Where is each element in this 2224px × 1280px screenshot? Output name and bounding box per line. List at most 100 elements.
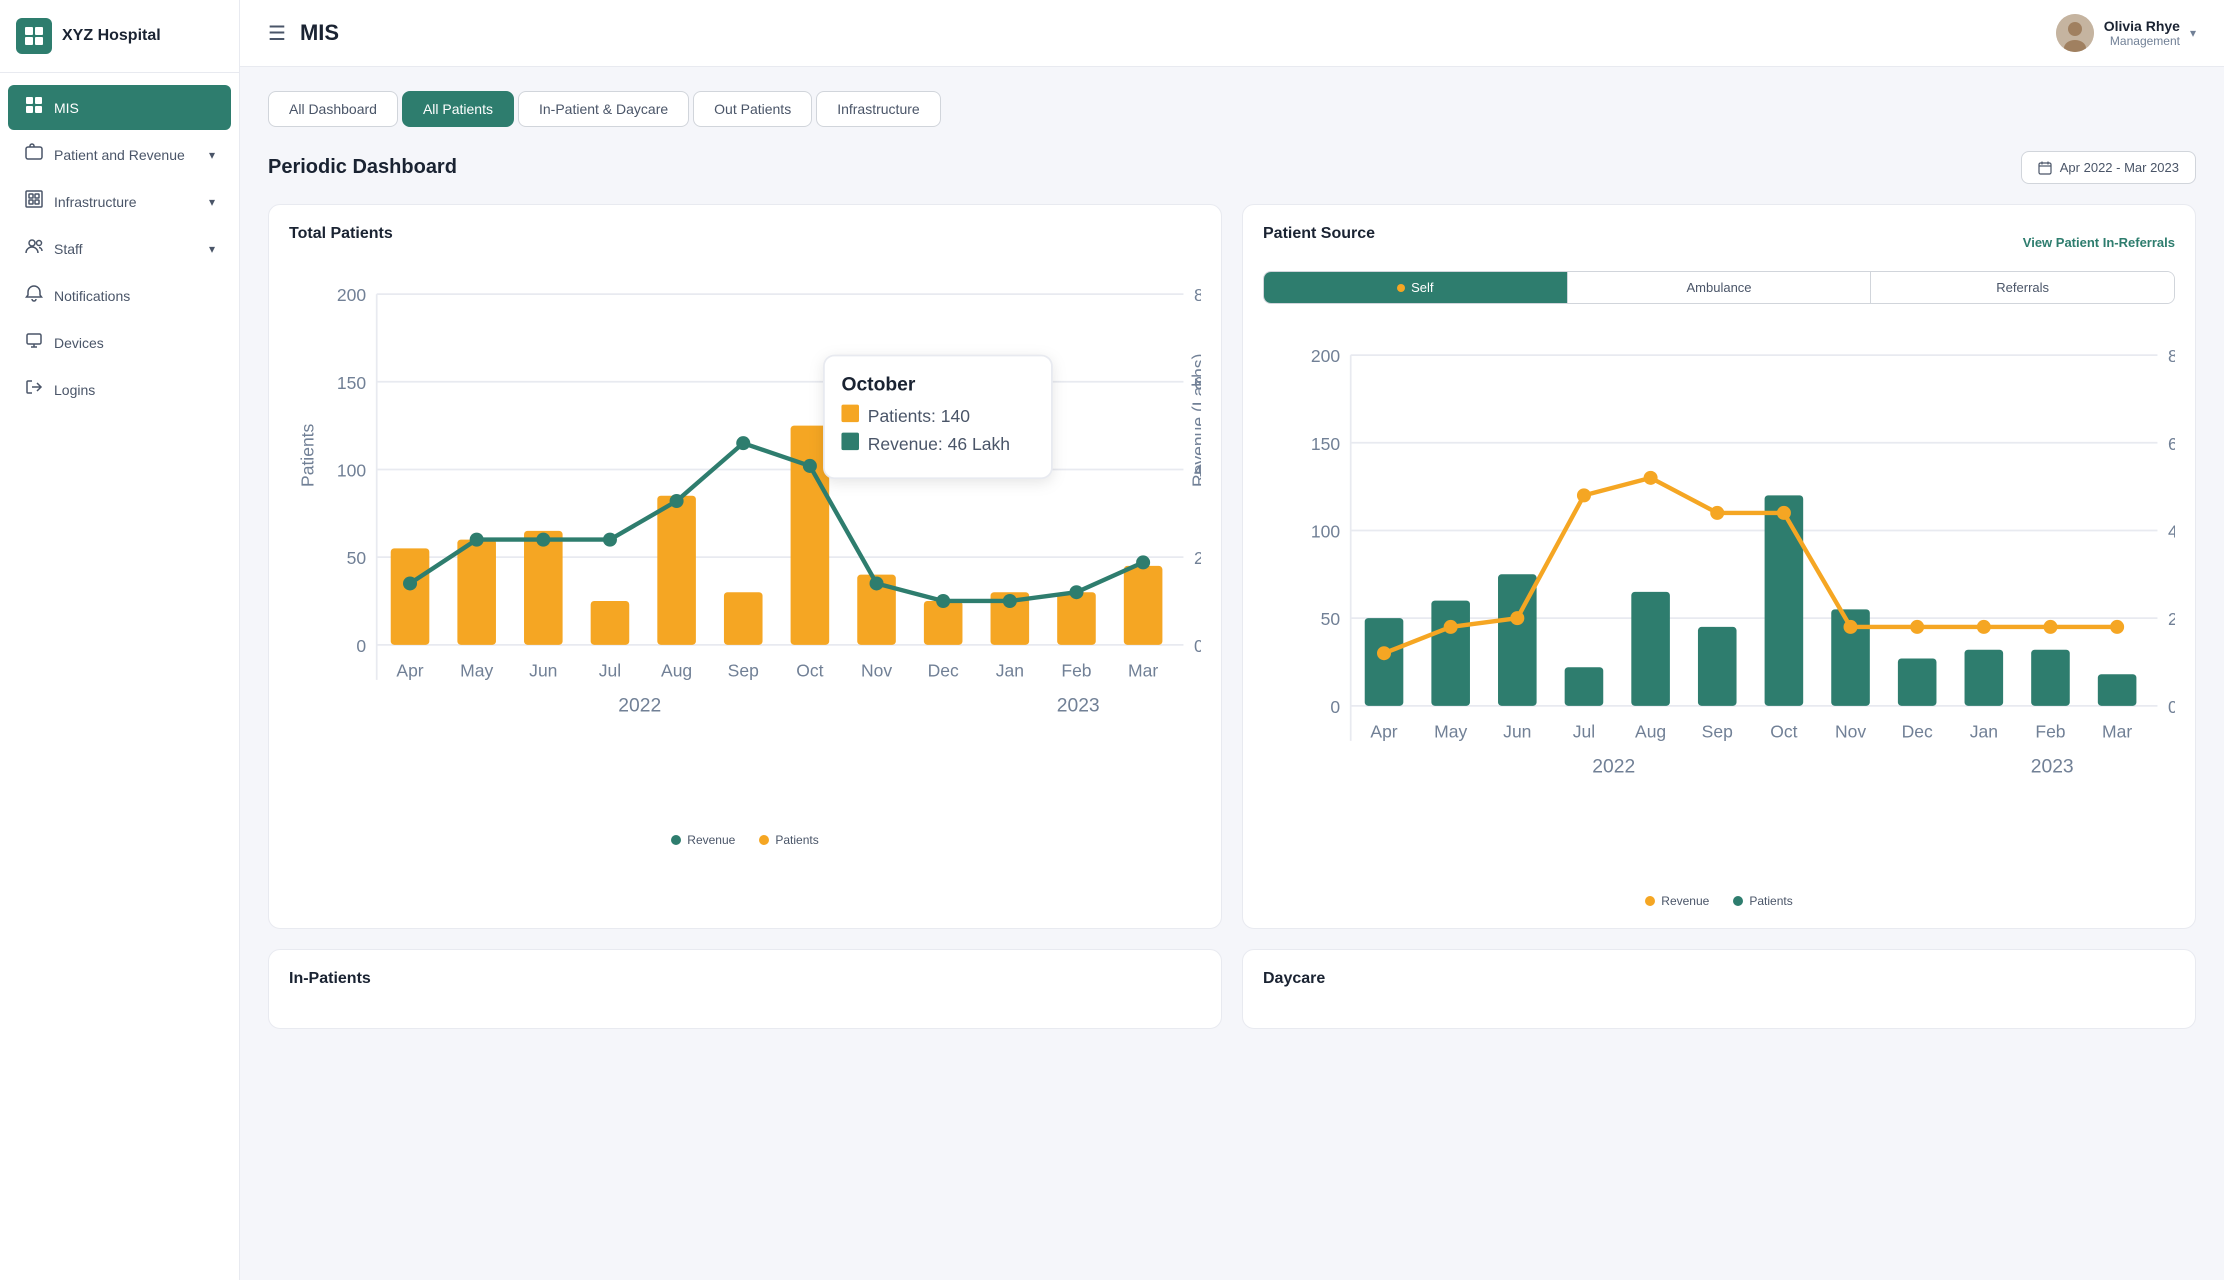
devices-icon: [24, 331, 44, 354]
chevron-down-icon: ▾: [2190, 26, 2196, 40]
sidebar: XYZ Hospital MIS Patient and Revenue ▾ I…: [0, 0, 240, 1280]
svg-text:2023: 2023: [1057, 695, 1100, 716]
bottom-card-in-patients: In-Patients: [268, 949, 1222, 1029]
svg-text:0: 0: [356, 636, 366, 656]
main-area: ☰ MIS Olivia Rhye Management ▾ All Dashb…: [240, 0, 2224, 1280]
nav-label-devices: Devices: [54, 335, 104, 351]
svg-text:Jun: Jun: [1503, 721, 1531, 741]
svg-text:Jul: Jul: [599, 660, 621, 680]
ps-revenue-legend-item: Revenue: [1645, 894, 1709, 908]
logo-text: XYZ Hospital: [62, 27, 161, 45]
svg-text:Apr: Apr: [396, 660, 423, 680]
source-tabs: Self Ambulance Referrals: [1263, 271, 2175, 304]
svg-text:0: 0: [1194, 636, 1201, 656]
infrastructure-icon: [24, 190, 44, 213]
total-patients-legend: Revenue Patients: [289, 833, 1201, 847]
patient-source-title: Patient Source: [1263, 225, 1375, 243]
ps-revenue-legend-dot: [1645, 896, 1655, 906]
patient-source-chart-container: 200 150 100 50 0 80 60 40 20 0: [1263, 320, 2175, 884]
svg-text:Sep: Sep: [1702, 721, 1733, 741]
svg-text:150: 150: [1311, 434, 1340, 454]
sidebar-item-infrastructure[interactable]: Infrastructure ▾: [8, 179, 231, 224]
content-area: All DashboardAll PatientsIn-Patient & Da…: [240, 67, 2224, 1280]
source-tab-label: Ambulance: [1686, 280, 1751, 295]
source-tab-self[interactable]: Self: [1264, 272, 1568, 303]
source-tab-ambulance[interactable]: Ambulance: [1568, 272, 1872, 303]
svg-text:20: 20: [1194, 548, 1201, 568]
svg-text:Dec: Dec: [928, 660, 959, 680]
chevron-icon-patient-revenue: ▾: [209, 148, 215, 162]
svg-text:200: 200: [337, 285, 366, 305]
revenue-legend-dot: [671, 835, 681, 845]
svg-text:Oct: Oct: [796, 660, 823, 680]
total-patients-chart-card: Total Patients 200 150 100 5: [268, 204, 1222, 929]
svg-text:Revenue: 46 Lakh: Revenue: 46 Lakh: [868, 434, 1010, 454]
svg-text:200: 200: [1311, 346, 1340, 366]
patients-legend-item: Patients: [759, 833, 818, 847]
tab-all-dashboard[interactable]: All Dashboard: [268, 91, 398, 127]
ps-revenue-legend-label: Revenue: [1661, 894, 1709, 908]
notifications-icon: [24, 284, 44, 307]
svg-text:150: 150: [337, 373, 366, 393]
revenue-legend-label: Revenue: [687, 833, 735, 847]
sidebar-logo: XYZ Hospital: [0, 0, 239, 73]
svg-text:Patients: 140: Patients: 140: [868, 406, 971, 426]
svg-text:Mar: Mar: [1128, 660, 1158, 680]
svg-text:Feb: Feb: [2035, 721, 2065, 741]
patient-source-header: Patient Source View Patient In-Referrals: [1263, 225, 2175, 259]
svg-text:Nov: Nov: [1835, 721, 1866, 741]
chevron-icon-infrastructure: ▾: [209, 195, 215, 209]
svg-text:Jul: Jul: [1573, 721, 1595, 741]
date-range-button[interactable]: Apr 2022 - Mar 2023: [2021, 151, 2196, 184]
nav-label-mis: MIS: [54, 100, 79, 116]
menu-icon[interactable]: ☰: [268, 21, 286, 46]
svg-text:Jan: Jan: [1970, 721, 1998, 741]
user-info: Olivia Rhye Management: [2104, 18, 2180, 48]
patients-legend-dot: [759, 835, 769, 845]
patient-source-legend: Revenue Patients: [1263, 894, 2175, 908]
svg-text:May: May: [1434, 721, 1467, 741]
patients-legend-label: Patients: [775, 833, 818, 847]
total-patients-chart-container: 200 150 100 50 0 80 60 40 20 0 Patients …: [289, 259, 1201, 823]
svg-text:Nov: Nov: [861, 660, 892, 680]
svg-text:Feb: Feb: [1061, 660, 1091, 680]
svg-text:50: 50: [1321, 609, 1341, 629]
sidebar-item-staff[interactable]: Staff ▾: [8, 226, 231, 271]
svg-text:Jun: Jun: [529, 660, 557, 680]
calendar-icon: [2038, 161, 2052, 175]
nav-label-patient-revenue: Patient and Revenue: [54, 147, 185, 163]
svg-text:50: 50: [347, 548, 367, 568]
bottom-cards-grid: In-Patients Daycare: [268, 949, 2196, 1029]
svg-text:100: 100: [1311, 521, 1340, 541]
source-tab-referrals[interactable]: Referrals: [1871, 272, 2174, 303]
tab-out-patients[interactable]: Out Patients: [693, 91, 812, 127]
bottom-card-title-daycare: Daycare: [1263, 970, 2175, 988]
sidebar-item-notifications[interactable]: Notifications: [8, 273, 231, 318]
svg-text:80: 80: [1194, 285, 1201, 305]
sidebar-item-devices[interactable]: Devices: [8, 320, 231, 365]
dashboard-header: Periodic Dashboard Apr 2022 - Mar 2023: [268, 151, 2196, 184]
patient-source-svg: 200 150 100 50 0 80 60 40 20 0: [1263, 320, 2175, 881]
ps-patients-legend-dot: [1733, 896, 1743, 906]
nav-label-logins: Logins: [54, 382, 95, 398]
svg-text:Jan: Jan: [996, 660, 1024, 680]
avatar: [2056, 14, 2094, 52]
svg-text:Aug: Aug: [661, 660, 692, 680]
ps-patients-legend-label: Patients: [1749, 894, 1792, 908]
sidebar-item-patient-revenue[interactable]: Patient and Revenue ▾: [8, 132, 231, 177]
total-patients-title: Total Patients: [289, 225, 1201, 243]
tab-infrastructure[interactable]: Infrastructure: [816, 91, 940, 127]
tab-inpatient-daycare[interactable]: In-Patient & Daycare: [518, 91, 689, 127]
svg-text:Oct: Oct: [1770, 721, 1797, 741]
nav-label-notifications: Notifications: [54, 288, 130, 304]
bottom-card-daycare: Daycare: [1242, 949, 2196, 1029]
charts-grid: Total Patients 200 150 100 5: [268, 204, 2196, 929]
date-range-label: Apr 2022 - Mar 2023: [2060, 160, 2179, 175]
tab-all-patients[interactable]: All Patients: [402, 91, 514, 127]
header-title: MIS: [300, 20, 339, 46]
sidebar-item-mis[interactable]: MIS: [8, 85, 231, 130]
view-referrals-link[interactable]: View Patient In-Referrals: [2023, 235, 2175, 250]
svg-text:60: 60: [2168, 434, 2175, 454]
sidebar-item-logins[interactable]: Logins: [8, 367, 231, 412]
patient-revenue-icon: [24, 143, 44, 166]
